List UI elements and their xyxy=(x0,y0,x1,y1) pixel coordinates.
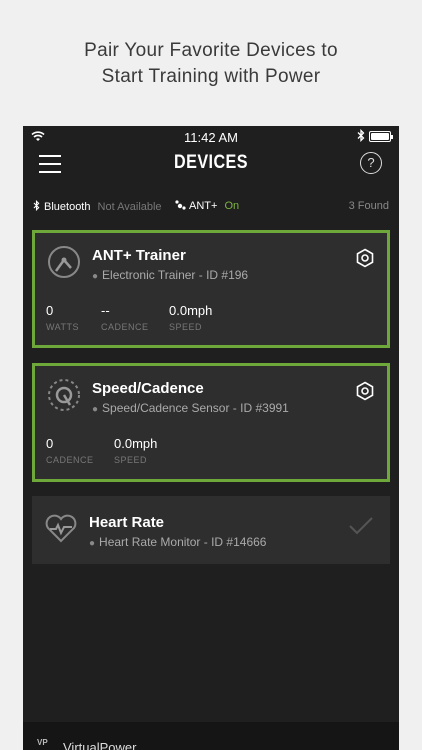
device-title: Speed/Cadence xyxy=(92,380,204,397)
device-card-heart-rate[interactable]: Heart Rate ● Heart Rate Monitor - ID #146… xyxy=(32,496,390,564)
virtualpower-label: VirtualPower xyxy=(63,740,137,750)
ant-label: ANT+ xyxy=(189,200,218,212)
ant-icon xyxy=(175,200,186,210)
ant-state: On xyxy=(224,200,240,212)
checkmark-icon[interactable] xyxy=(348,516,374,536)
help-button[interactable]: ? xyxy=(360,152,382,174)
settings-gear-icon[interactable] xyxy=(355,248,375,268)
metric-cadence: -- CADENCE xyxy=(101,303,149,332)
trainer-icon xyxy=(48,246,80,278)
heart-rate-icon xyxy=(45,514,77,543)
speed-cadence-icon xyxy=(48,379,80,411)
device-title: Heart Rate xyxy=(89,514,165,531)
settings-gear-icon[interactable] xyxy=(355,381,375,401)
ant-status: ANT+ On xyxy=(174,200,239,212)
device-subtitle: ● Heart Rate Monitor - ID #14666 xyxy=(89,535,267,549)
devices-found-count: 3 Found xyxy=(348,200,389,212)
bluetooth-status-icon xyxy=(357,128,365,145)
device-card-speed-cadence[interactable]: Speed/Cadence ● Speed/Cadence Sensor - ID… xyxy=(32,363,390,482)
virtualpower-logo: VP xyxy=(37,738,48,747)
battery-icon xyxy=(369,131,393,142)
page-title: DEVICES xyxy=(174,152,248,173)
bluetooth-icon xyxy=(33,199,40,212)
bottom-bar[interactable]: VP VirtualPower xyxy=(23,722,399,750)
status-bar: 11:42 AM xyxy=(23,126,399,148)
device-title: ANT+ Trainer xyxy=(92,247,186,264)
bluetooth-label: Bluetooth xyxy=(44,201,91,213)
phone-screen: 11:42 AM DEVICES ? Bluetooth Not Availab… xyxy=(23,126,399,750)
promo-line-2: Start Training with Power xyxy=(101,66,321,87)
device-card-ant-trainer[interactable]: ANT+ Trainer ● Electronic Trainer - ID #1… xyxy=(32,230,390,348)
bluetooth-state: Not Available xyxy=(97,201,162,213)
metric-speed: 0.0mph SPEED xyxy=(169,303,213,332)
metric-cadence: 0 CADENCE xyxy=(46,436,94,465)
device-subtitle: ● Electronic Trainer - ID #196 xyxy=(92,268,249,282)
metric-speed: 0.0mph SPEED xyxy=(114,436,158,465)
nav-bar: DEVICES ? xyxy=(23,148,399,194)
metric-watts: 0 WATTS xyxy=(46,303,79,332)
promo-heading: Pair Your Favorite Devices to Start Trai… xyxy=(0,38,422,90)
device-subtitle: ● Speed/Cadence Sensor - ID #3991 xyxy=(92,401,289,415)
connection-status-row: Bluetooth Not Available ANT+ On 3 Found xyxy=(23,194,399,222)
promo-line-1: Pair Your Favorite Devices to xyxy=(84,40,338,61)
status-time: 11:42 AM xyxy=(184,130,238,145)
bluetooth-status: Bluetooth Not Available xyxy=(33,199,162,213)
